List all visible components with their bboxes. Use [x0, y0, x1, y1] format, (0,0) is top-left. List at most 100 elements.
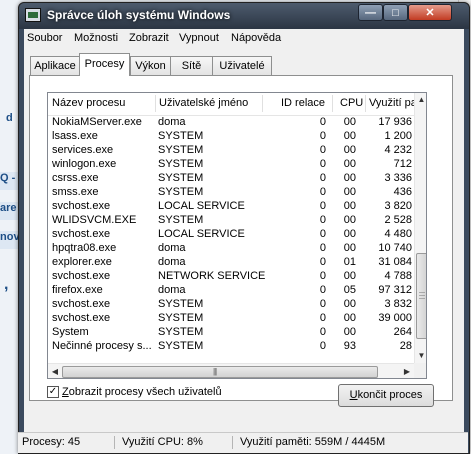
menu-moznosti[interactable]: Možnosti [74, 32, 118, 44]
table-row[interactable]: smss.exe SYSTEM 0 00 436 [48, 185, 414, 199]
process-name: svchost.exe [52, 298, 111, 310]
process-user: SYSTEM [158, 172, 204, 184]
table-row[interactable]: lsass.exe SYSTEM 0 00 1 200 [48, 129, 414, 143]
table-row[interactable]: firefox.exe doma 0 05 97 312 [48, 283, 414, 297]
process-user: LOCAL SERVICE [158, 200, 245, 212]
process-cpu: 00 [343, 270, 356, 282]
minimize-button[interactable]: — [358, 4, 383, 21]
window-title: Správce úloh systému Windows [47, 8, 231, 22]
process-cpu: 00 [343, 158, 356, 170]
process-user: NETWORK SERVICE [158, 270, 266, 282]
column-divider[interactable] [332, 95, 333, 112]
table-row[interactable]: services.exe SYSTEM 0 00 4 232 [48, 143, 414, 157]
table-row[interactable]: winlogon.exe SYSTEM 0 00 712 [48, 157, 414, 171]
process-session: 0 [319, 144, 326, 156]
process-memory: 1 200 [384, 130, 412, 142]
column-header-memory[interactable]: Využití pa [369, 97, 417, 109]
process-session: 0 [319, 298, 326, 310]
process-memory: 2 528 [384, 214, 412, 226]
scroll-down-arrow-icon[interactable]: ▼ [415, 349, 426, 363]
column-header-session[interactable]: ID relace [281, 97, 329, 109]
process-session: 0 [319, 116, 326, 128]
menu-napoveda[interactable]: Nápověda [231, 32, 281, 44]
tab-aplikace[interactable]: Aplikace [30, 56, 80, 75]
process-session: 0 [319, 284, 326, 296]
process-name: smss.exe [52, 186, 99, 198]
process-memory: 31 084 [378, 256, 412, 268]
table-row[interactable]: Nečinné procesy s... SYSTEM 0 93 28 [48, 339, 414, 353]
process-cpu: 00 [343, 312, 356, 324]
column-header-user[interactable]: Uživatelské jméno [159, 97, 269, 109]
close-button[interactable]: ✕ [408, 4, 452, 21]
grip-icon: ||| [213, 367, 217, 376]
process-cpu: 00 [343, 172, 356, 184]
process-cpu: 00 [343, 186, 356, 198]
process-name: firefox.exe [52, 284, 103, 296]
process-name: NokiaMServer.exe [52, 116, 142, 128]
column-divider[interactable] [155, 95, 156, 112]
table-row[interactable]: explorer.exe doma 0 01 31 084 [48, 255, 414, 269]
process-name: svchost.exe [52, 270, 111, 282]
horizontal-scrollbar[interactable]: ◀ ||| ▶ [48, 363, 414, 378]
table-row[interactable]: hpqtra08.exe doma 0 00 10 740 [48, 241, 414, 255]
title-bar[interactable]: Správce úloh systému Windows — □ ✕ [19, 3, 469, 29]
table-row[interactable]: svchost.exe SYSTEM 0 00 39 000 [48, 311, 414, 325]
horizontal-scroll-thumb[interactable]: ||| [62, 366, 378, 378]
process-memory: 28 [399, 340, 412, 352]
vertical-scrollbar[interactable]: ▲ — — — ▼ [414, 93, 426, 363]
process-name: csrss.exe [52, 172, 99, 184]
process-memory: 4 232 [384, 144, 412, 156]
column-divider[interactable] [262, 95, 263, 112]
process-memory: 10 740 [378, 242, 412, 254]
process-name: winlogon.exe [52, 158, 117, 170]
tab-site[interactable]: Sítě [170, 56, 213, 75]
menu-zobrazit[interactable]: Zobrazit [129, 32, 169, 44]
process-session: 0 [319, 172, 326, 184]
scroll-left-arrow-icon[interactable]: ◀ [48, 364, 62, 378]
show-all-users-label[interactable]: Zobrazit procesy všech uživatelů [62, 386, 222, 398]
status-bar: Procesy: 45 Využití CPU: 8% Využití pamě… [18, 432, 468, 453]
process-session: 0 [319, 270, 326, 282]
table-row[interactable]: svchost.exe LOCAL SERVICE 0 00 4 480 [48, 227, 414, 241]
status-divider [114, 436, 115, 449]
column-header-cpu[interactable]: CPU [340, 97, 364, 109]
end-process-button[interactable]: Ukončit proces [338, 384, 434, 407]
process-user: doma [158, 242, 186, 254]
maximize-button[interactable]: □ [383, 4, 408, 21]
process-list[interactable]: Název procesu Uživatelské jméno ID relac… [47, 92, 427, 379]
table-row[interactable]: svchost.exe SYSTEM 0 00 3 832 [48, 297, 414, 311]
scroll-up-arrow-icon[interactable]: ▲ [415, 93, 426, 107]
grip-icon: — — — [419, 290, 425, 302]
process-session: 0 [319, 130, 326, 142]
table-row[interactable]: svchost.exe NETWORK SERVICE 0 00 4 788 [48, 269, 414, 283]
process-memory: 3 336 [384, 172, 412, 184]
show-all-users-mnemonic: Z [62, 386, 69, 398]
table-row[interactable]: System SYSTEM 0 00 264 [48, 325, 414, 339]
process-name: Nečinné procesy s... [52, 340, 152, 352]
vertical-scroll-thumb[interactable]: — — — [416, 253, 426, 339]
show-all-users-checkbox[interactable]: ✓ [47, 386, 59, 398]
process-name: hpqtra08.exe [52, 242, 117, 254]
process-cpu: 00 [343, 130, 356, 142]
table-row[interactable]: csrss.exe SYSTEM 0 00 3 336 [48, 171, 414, 185]
scroll-right-arrow-icon[interactable]: ▶ [400, 364, 414, 378]
tab-uzivatele[interactable]: Uživatelé [212, 56, 272, 75]
process-user: LOCAL SERVICE [158, 228, 245, 240]
menu-soubor[interactable]: Soubor [27, 32, 62, 44]
process-cpu: 00 [343, 228, 356, 240]
process-cpu: 01 [343, 256, 356, 268]
process-session: 0 [319, 256, 326, 268]
column-header-name[interactable]: Název procesu [52, 97, 152, 109]
tab-vykon[interactable]: Výkon [130, 56, 171, 75]
process-memory: 17 936 [378, 116, 412, 128]
process-session: 0 [319, 158, 326, 170]
column-divider[interactable] [365, 95, 366, 112]
menu-vypnout[interactable]: Vypnout [179, 32, 219, 44]
table-row[interactable]: svchost.exe LOCAL SERVICE 0 00 3 820 [48, 199, 414, 213]
tab-procesy[interactable]: Procesy [79, 53, 130, 76]
process-name: WLIDSVCM.EXE [52, 214, 137, 226]
process-session: 0 [319, 228, 326, 240]
table-row[interactable]: NokiaMServer.exe doma 0 00 17 936 [48, 115, 414, 129]
table-row[interactable]: WLIDSVCM.EXE SYSTEM 0 00 2 528 [48, 213, 414, 227]
process-memory: 436 [393, 186, 412, 198]
